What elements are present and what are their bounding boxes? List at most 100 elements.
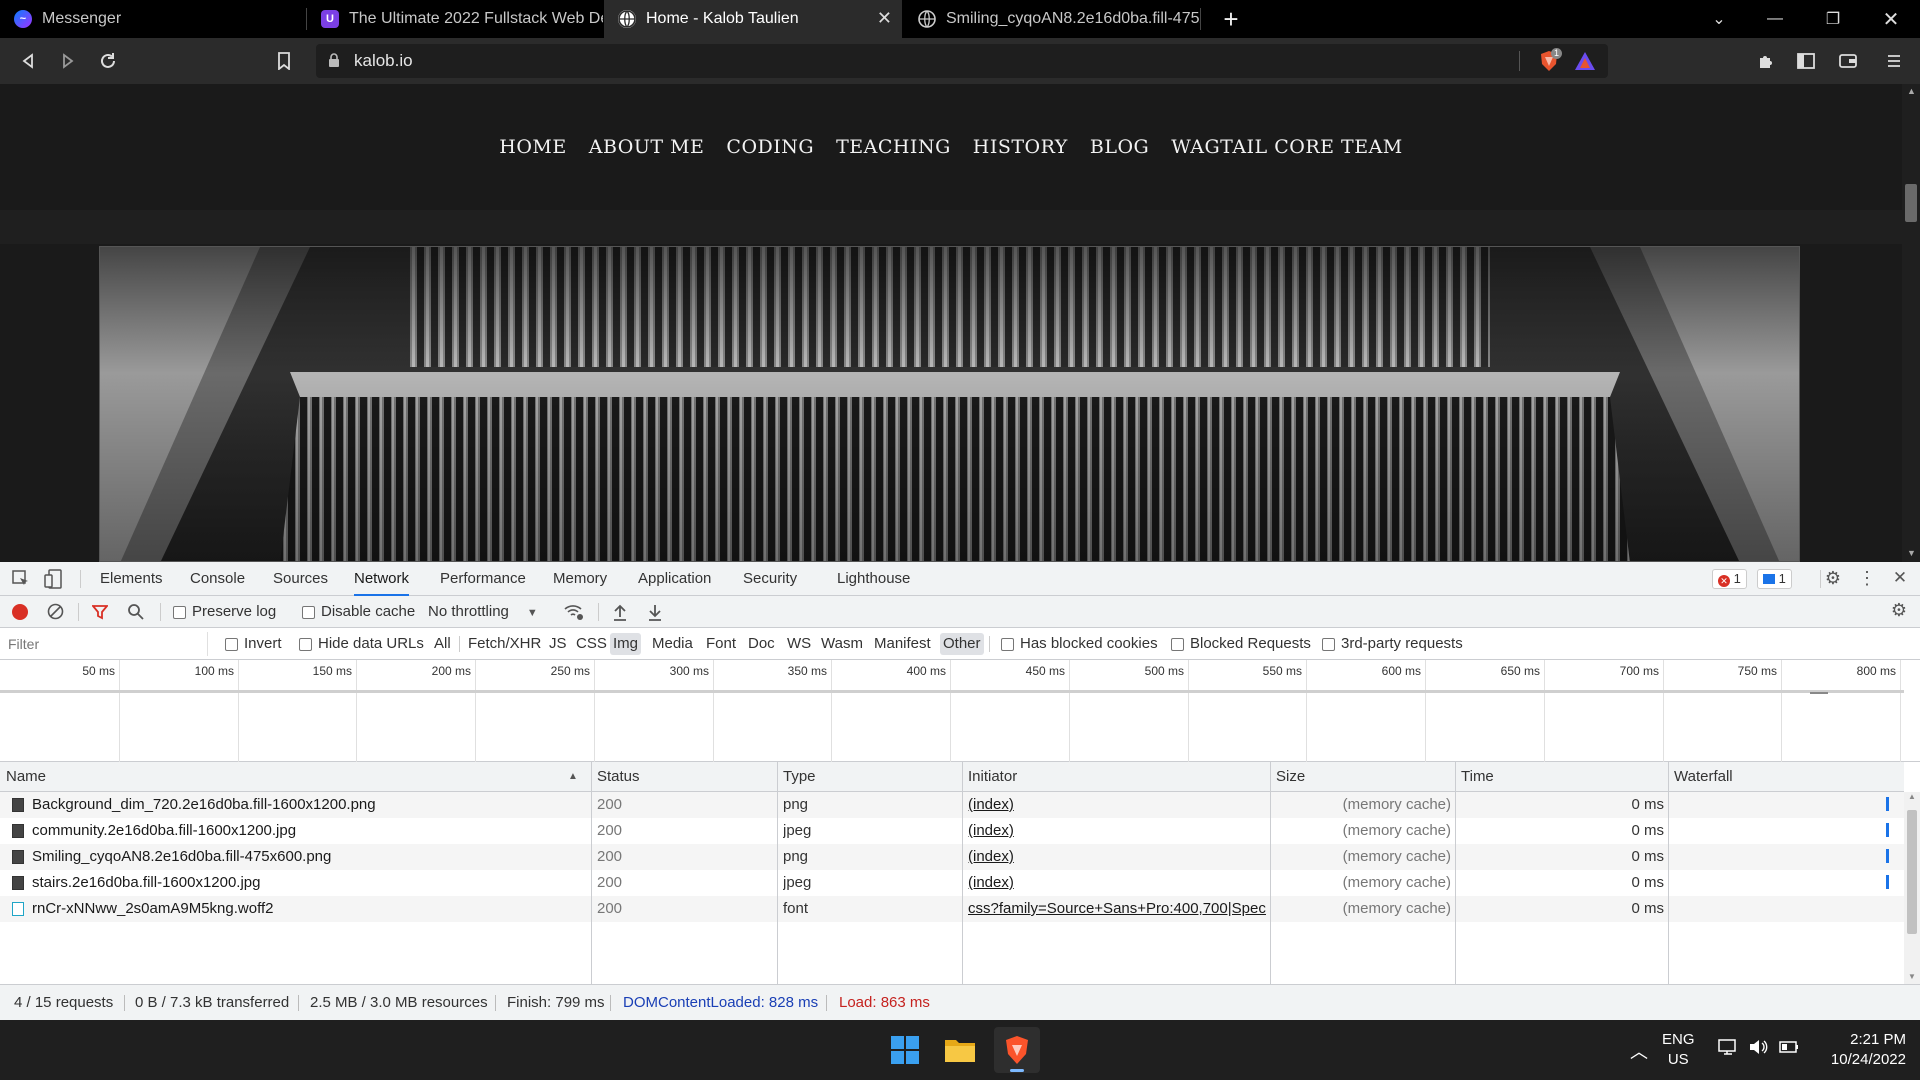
request-initiator-link[interactable]: (index) xyxy=(968,818,1266,844)
preserve-log-checkbox[interactable] xyxy=(173,605,186,619)
nav-coding[interactable]: CODING xyxy=(726,136,814,158)
blocked-requests-checkbox[interactable] xyxy=(1171,637,1184,651)
wallet-icon[interactable] xyxy=(1834,47,1862,75)
tab-lighthouse[interactable]: Lighthouse xyxy=(837,562,910,596)
third-party-requests-checkbox[interactable] xyxy=(1322,637,1335,651)
record-icon[interactable] xyxy=(12,604,28,620)
new-tab-button[interactable]: + xyxy=(1216,4,1246,34)
tab-sources[interactable]: Sources xyxy=(273,562,328,596)
table-row[interactable]: Background_dim_720.2e16d0ba.fill-1600x12… xyxy=(0,792,1904,818)
error-counter[interactable]: ✕ 1 xyxy=(1712,569,1747,589)
network-conditions-icon[interactable] xyxy=(563,603,585,625)
request-initiator-link[interactable]: (index) xyxy=(968,792,1266,818)
requests-scrollbar[interactable]: ▲ ▼ xyxy=(1904,792,1920,984)
search-icon[interactable] xyxy=(127,603,144,624)
nav-teaching[interactable]: TEACHING xyxy=(836,136,951,158)
filter-ws[interactable]: WS xyxy=(784,633,814,655)
page-scrollbar[interactable]: ▲ ▼ xyxy=(1902,84,1920,562)
tab-application[interactable]: Application xyxy=(638,562,711,596)
filter-all[interactable]: All xyxy=(431,633,454,655)
preserve-log-option[interactable]: Preserve log xyxy=(173,596,276,628)
column-divider[interactable] xyxy=(1455,762,1456,984)
import-har-icon[interactable] xyxy=(612,603,628,625)
disable-cache-checkbox[interactable] xyxy=(302,605,315,619)
table-row[interactable]: community.2e16d0ba.fill-1600x1200.jpg 200… xyxy=(0,818,1904,844)
show-hidden-icons-chevron-icon[interactable]: ︿ xyxy=(1630,1038,1648,1064)
volume-icon[interactable] xyxy=(1748,1038,1768,1060)
tab-network[interactable]: Network xyxy=(354,562,410,596)
scroll-down-arrow-icon[interactable]: ▼ xyxy=(1908,972,1916,981)
close-devtools-icon[interactable]: ✕ xyxy=(1890,568,1910,590)
hide-data-urls-option[interactable]: Hide data URLs xyxy=(299,628,424,660)
close-window-button[interactable]: ✕ xyxy=(1862,0,1920,38)
requests-scrollbar-thumb[interactable] xyxy=(1907,810,1917,934)
clear-icon[interactable] xyxy=(47,603,64,624)
forward-button[interactable] xyxy=(54,47,82,75)
table-row[interactable]: stairs.2e16d0ba.fill-1600x1200.jpg 200 jpe… xyxy=(0,870,1904,896)
address-bar[interactable]: kalob.io 1 xyxy=(316,44,1608,78)
filter-funnel-icon[interactable] xyxy=(91,604,109,624)
filter-wasm[interactable]: Wasm xyxy=(818,633,866,655)
tab-smiling-image[interactable]: Smiling_cyqoAN8.2e16d0ba.fill-475x60 xyxy=(904,0,1200,38)
close-tab-icon[interactable]: ✕ xyxy=(877,8,892,29)
tab-kalob-home[interactable]: Home - Kalob Taulien ✕ xyxy=(604,0,902,38)
nav-home[interactable]: HOME xyxy=(499,136,566,158)
col-name[interactable]: Name xyxy=(6,762,46,792)
file-explorer-icon[interactable] xyxy=(940,1030,980,1070)
tab-elements[interactable]: Elements xyxy=(100,562,163,596)
has-blocked-cookies-option[interactable]: Has blocked cookies xyxy=(1001,628,1158,660)
tab-security[interactable]: Security xyxy=(743,562,797,596)
language-indicator[interactable]: ENG US xyxy=(1662,1030,1695,1070)
clock[interactable]: 2:21 PM 10/24/2022 xyxy=(1810,1030,1906,1070)
nav-wagtail-core-team[interactable]: WAGTAIL CORE TEAM xyxy=(1171,136,1403,158)
filter-fetch-xhr[interactable]: Fetch/XHR xyxy=(465,633,544,655)
sort-ascending-icon[interactable]: ▲ xyxy=(568,762,578,792)
col-time[interactable]: Time xyxy=(1461,762,1494,792)
tab-messenger[interactable]: ~ Messenger xyxy=(0,0,306,38)
tab-performance[interactable]: Performance xyxy=(440,562,526,596)
tab-search-chevron-icon[interactable]: ⌄ xyxy=(1690,0,1748,38)
sidebar-icon[interactable] xyxy=(1792,47,1820,75)
invert-option[interactable]: Invert xyxy=(225,628,282,660)
request-initiator-link[interactable]: css?family=Source+Sans+Pro:400,700|Spec… xyxy=(968,896,1266,922)
timeline-overview[interactable]: 50 ms 100 ms 150 ms 200 ms 250 ms 300 ms 350 m… xyxy=(0,660,1920,762)
page-scrollbar-thumb[interactable] xyxy=(1905,184,1917,222)
filter-js[interactable]: JS xyxy=(546,633,570,655)
hide-data-urls-checkbox[interactable] xyxy=(299,637,312,651)
brave-rewards-icon[interactable] xyxy=(1574,51,1596,71)
scroll-down-arrow-icon[interactable]: ▼ xyxy=(1907,548,1916,558)
table-row[interactable]: rnCr-xNNww_2s0amA9M5kng.woff2 200 font css?… xyxy=(0,896,1904,922)
settings-gear-icon[interactable]: ⚙ xyxy=(1822,568,1844,590)
col-waterfall[interactable]: Waterfall xyxy=(1674,762,1733,792)
battery-icon[interactable] xyxy=(1778,1038,1800,1060)
table-row[interactable]: Smiling_cyqoAN8.2e16d0ba.fill-475x600.pn… xyxy=(0,844,1904,870)
brave-browser-taskbar-icon[interactable] xyxy=(994,1027,1040,1073)
col-initiator[interactable]: Initiator xyxy=(968,762,1017,792)
export-har-icon[interactable] xyxy=(647,603,663,625)
blocked-requests-option[interactable]: Blocked Requests xyxy=(1171,628,1311,660)
device-toolbar-icon[interactable] xyxy=(44,569,62,593)
bookmark-icon[interactable] xyxy=(270,47,298,75)
filter-manifest[interactable]: Manifest xyxy=(871,633,934,655)
nav-about-me[interactable]: ABOUT ME xyxy=(589,136,705,158)
column-divider[interactable] xyxy=(1668,762,1669,984)
filter-img[interactable]: Img xyxy=(610,633,642,655)
col-status[interactable]: Status xyxy=(597,762,640,792)
tab-udemy-course[interactable]: U The Ultimate 2022 Fullstack Web Devel xyxy=(307,0,603,38)
col-type[interactable]: Type xyxy=(783,762,816,792)
message-counter[interactable]: 1 xyxy=(1757,569,1792,589)
request-initiator-link[interactable]: (index) xyxy=(968,844,1266,870)
filter-css[interactable]: CSS xyxy=(573,633,610,655)
col-size[interactable]: Size xyxy=(1276,762,1305,792)
column-divider[interactable] xyxy=(962,762,963,984)
scroll-up-arrow-icon[interactable]: ▲ xyxy=(1908,792,1916,801)
tab-memory[interactable]: Memory xyxy=(553,562,607,596)
nav-blog[interactable]: BLOG xyxy=(1090,136,1149,158)
filter-doc[interactable]: Doc xyxy=(745,633,778,655)
request-initiator-link[interactable]: (index) xyxy=(968,870,1266,896)
has-blocked-cookies-checkbox[interactable] xyxy=(1001,637,1014,651)
network-settings-gear-icon[interactable]: ⚙ xyxy=(1888,600,1910,622)
scroll-up-arrow-icon[interactable]: ▲ xyxy=(1907,86,1916,96)
more-options-icon[interactable]: ⋮ xyxy=(1858,568,1876,590)
disable-cache-option[interactable]: Disable cache xyxy=(302,596,415,628)
